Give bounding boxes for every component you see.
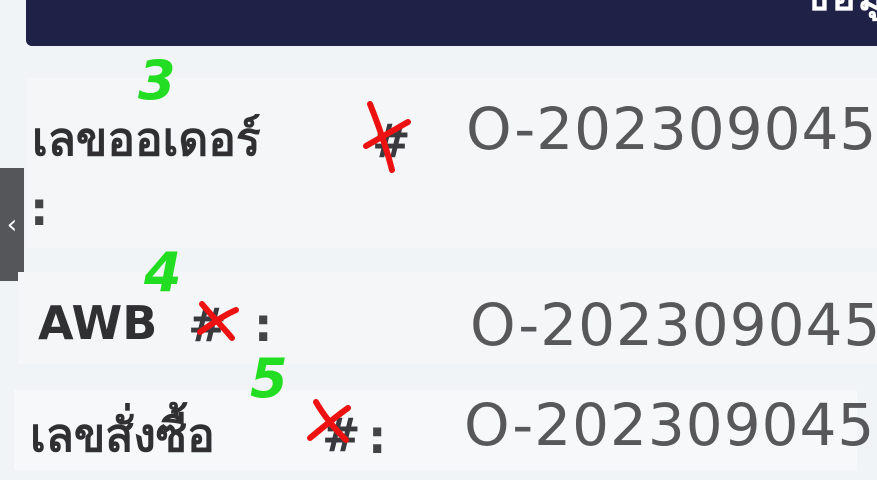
section-header: ข้อมู bbox=[26, 0, 877, 46]
red-cross-mark-icon bbox=[363, 101, 411, 173]
sidebar-collapse-button[interactable]: ‹ bbox=[0, 168, 24, 281]
annotation-number-5: 5 bbox=[250, 347, 288, 410]
purchase-order-label: เลขสั่งซื้อ bbox=[30, 408, 215, 462]
chevron-left-icon: ‹ bbox=[6, 209, 18, 240]
order-number-colon: : bbox=[30, 182, 49, 236]
annotation-number-3: 3 bbox=[138, 49, 176, 112]
purchase-order-value: O-202309045 bbox=[464, 391, 876, 459]
awb-value: O-202309045 bbox=[470, 291, 877, 359]
order-number-value: O-202309045 bbox=[466, 95, 877, 163]
order-details-panel: ข้อมู ‹ เลขออเดอร์ # : O-202309045 AWB #… bbox=[0, 0, 877, 480]
section-header-title: ข้อมู bbox=[802, 0, 877, 28]
awb-colon: : bbox=[254, 298, 273, 352]
purchase-order-colon: : bbox=[368, 410, 387, 464]
red-cross-mark-icon bbox=[307, 399, 351, 443]
annotation-number-4: 4 bbox=[144, 241, 182, 304]
awb-label: AWB bbox=[38, 296, 158, 350]
red-cross-mark-icon bbox=[197, 301, 239, 341]
order-number-label: เลขออเดอร์ bbox=[32, 112, 261, 166]
